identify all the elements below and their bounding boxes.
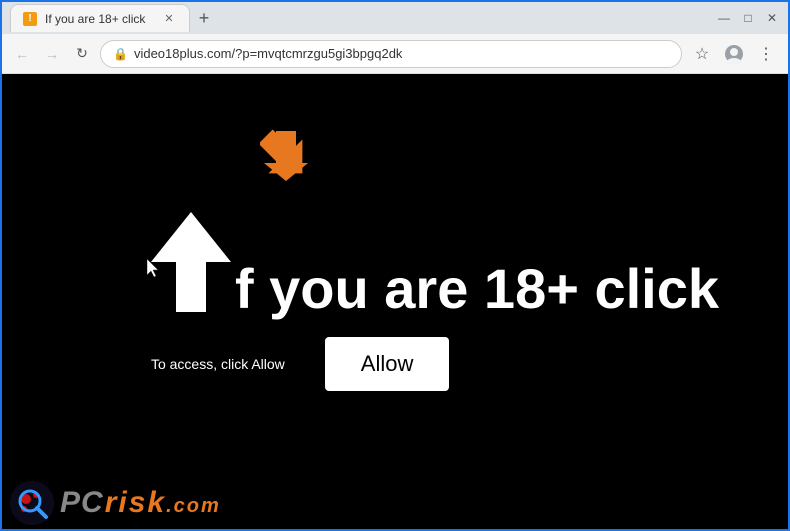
title-bar: ! If you are 18+ click ✕ + — □ ✕ (2, 2, 788, 34)
tab-title: If you are 18+ click (45, 12, 145, 26)
pcrisk-logo: PCrisk.com (10, 481, 221, 525)
active-tab[interactable]: ! If you are 18+ click ✕ (10, 4, 190, 32)
refresh-button[interactable]: ↻ (70, 42, 94, 66)
pcrisk-icon (10, 481, 54, 525)
pcrisk-watermark: PCrisk.com (2, 477, 229, 529)
main-heading-text: f you are 18+ click (235, 257, 719, 320)
tab-strip: ! If you are 18+ click ✕ + (10, 4, 710, 32)
pcrisk-pc: P (60, 486, 81, 519)
allow-button[interactable]: Allow (325, 337, 450, 391)
pcrisk-text: PCrisk.com (60, 486, 221, 520)
menu-button[interactable]: ⋮ (752, 40, 780, 68)
bookmark-button[interactable]: ☆ (688, 40, 716, 68)
back-button[interactable]: ← (10, 42, 34, 66)
tab-close-button[interactable]: ✕ (161, 11, 177, 27)
tab-favicon: ! (23, 12, 37, 26)
window-controls: — □ ✕ (716, 10, 780, 26)
browser-window: ! If you are 18+ click ✕ + — □ ✕ ← → ↻ 🔒… (0, 0, 790, 531)
minimize-button[interactable]: — (716, 10, 732, 26)
url-text: video18plus.com/?p=mvqtcmrzgu5gi3bpgq2dk (134, 46, 402, 61)
main-heading: f you are 18+ click (235, 261, 719, 317)
address-input[interactable]: 🔒 video18plus.com/?p=mvqtcmrzgu5gi3bpgq2… (100, 40, 682, 68)
forward-button[interactable]: → (40, 42, 64, 66)
toolbar-actions: ☆ ⋮ (688, 40, 780, 68)
pcrisk-risk: risk (105, 486, 166, 519)
address-bar: ← → ↻ 🔒 video18plus.com/?p=mvqtcmrzgu5gi… (2, 34, 788, 74)
pcrisk-domain: .com (166, 495, 221, 517)
subtitle-row: To access, click Allow Allow (151, 337, 449, 391)
new-tab-button[interactable]: + (190, 4, 218, 32)
page-content: f you are 18+ click To access, click All… (2, 74, 788, 529)
lock-icon: 🔒 (113, 47, 128, 61)
main-content: f you are 18+ click To access, click All… (71, 212, 719, 391)
mouse-cursor (147, 259, 163, 284)
maximize-button[interactable]: □ (740, 10, 756, 26)
heading-row: f you are 18+ click (151, 212, 719, 317)
subtitle-text: To access, click Allow (151, 356, 285, 372)
avatar-button[interactable] (720, 40, 748, 68)
close-button[interactable]: ✕ (764, 10, 780, 26)
